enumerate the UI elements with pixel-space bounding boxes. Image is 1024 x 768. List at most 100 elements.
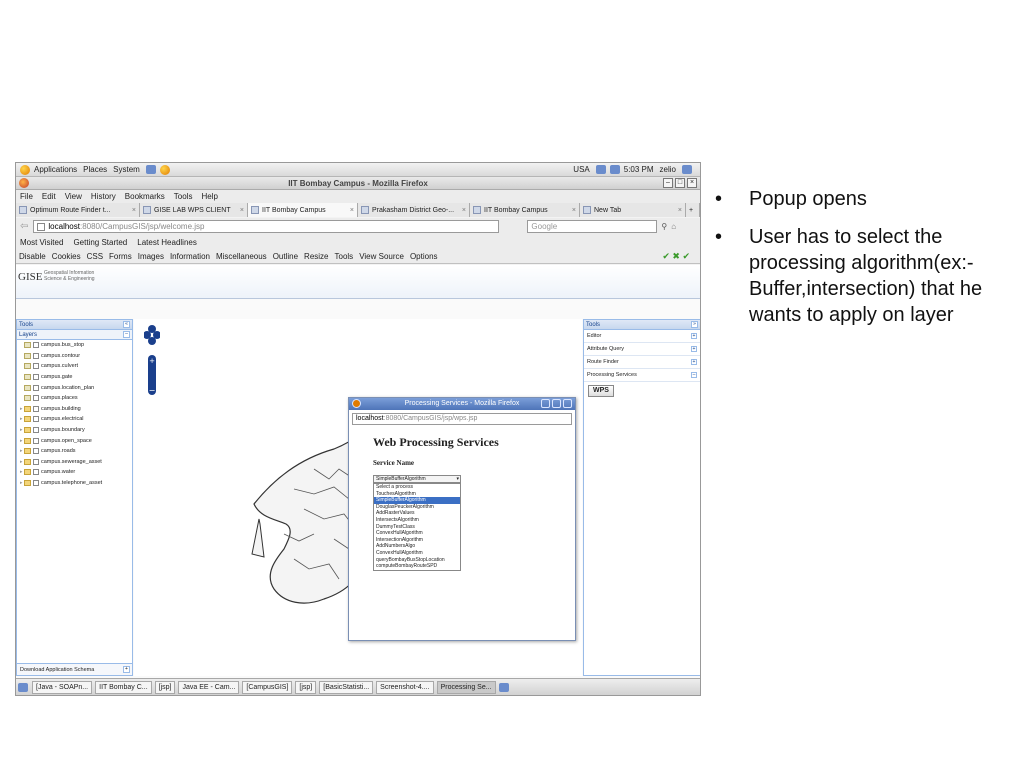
menu-applications[interactable]: Applications — [34, 165, 77, 174]
expand-icon[interactable]: + — [691, 346, 697, 352]
menu-file[interactable]: File — [20, 192, 33, 201]
expand-icon[interactable]: + — [691, 359, 697, 365]
popup-close-button[interactable] — [563, 399, 572, 408]
mail-icon[interactable] — [609, 165, 620, 174]
task-iit-bombay[interactable]: IIT Bombay C... — [95, 680, 152, 694]
search-input[interactable]: Google — [527, 220, 658, 233]
layer-checkbox[interactable] — [33, 437, 39, 444]
popup-url-bar[interactable]: localhost:8080/CampusGIS/jsp/wps.jsp — [352, 413, 572, 425]
status-check-icon[interactable]: ✔ ✖ ✔ — [662, 251, 690, 262]
layer-row[interactable]: campus.culvert — [17, 361, 132, 372]
search-icon[interactable]: ⚲ — [661, 222, 667, 231]
process-option[interactable]: TouchesAlgorithm — [374, 491, 460, 498]
layer-row[interactable]: campus.bus_stop — [17, 340, 132, 351]
layer-checkbox[interactable] — [33, 480, 39, 487]
layer-row[interactable]: ▸ campus.boundary — [17, 425, 132, 436]
close-tab-icon[interactable]: × — [568, 207, 576, 214]
webdev-outline[interactable]: Outline — [273, 252, 298, 261]
process-option[interactable]: DouglasPeuckerAlgorithm — [374, 504, 460, 511]
collapse-right-panel-icon[interactable]: » — [691, 321, 698, 328]
keyboard-layout[interactable]: USA — [573, 165, 589, 174]
shutdown-icon[interactable] — [682, 165, 692, 174]
volume-icon[interactable] — [595, 165, 606, 174]
webdev-images[interactable]: Images — [138, 252, 164, 261]
download-schema[interactable]: Download Application Schema + — [17, 663, 132, 675]
maximize-button[interactable]: □ — [675, 178, 685, 188]
layer-checkbox[interactable] — [33, 363, 39, 370]
process-option[interactable]: Select a process — [374, 484, 460, 491]
layer-checkbox[interactable] — [33, 448, 39, 455]
expand-icon[interactable]: + — [691, 333, 697, 339]
layer-checkbox[interactable] — [33, 458, 39, 465]
gnome-foot-icon[interactable] — [20, 164, 30, 175]
layer-checkbox[interactable] — [33, 416, 39, 423]
layers-section-header[interactable]: Layers – — [17, 330, 132, 340]
user-menu[interactable]: zelio — [660, 165, 676, 174]
process-option[interactable]: AddRasterValues — [374, 510, 460, 517]
tool-route-finder[interactable]: Route Finder + — [584, 356, 700, 369]
popup-minimize-button[interactable] — [541, 399, 550, 408]
tab-new[interactable]: New Tab × — [580, 203, 686, 217]
popup-titlebar[interactable]: Processing Services - Mozilla Firefox — [349, 398, 575, 410]
task-java-ee[interactable]: Java EE - Cam... — [178, 680, 240, 694]
layer-checkbox[interactable] — [33, 342, 39, 349]
layer-row[interactable]: campus.gate — [17, 372, 132, 383]
process-option[interactable]: queryBombayBusStopLocation — [374, 557, 460, 564]
layer-checkbox[interactable] — [33, 405, 39, 412]
wps-button[interactable]: WPS — [588, 385, 614, 397]
menu-places[interactable]: Places — [83, 165, 107, 174]
bookmark-getting-started[interactable]: Getting Started — [73, 238, 127, 247]
layer-row[interactable]: ▸ campus.electrical — [17, 414, 132, 425]
layer-row[interactable]: campus.location_plan — [17, 382, 132, 393]
process-option[interactable]: IntersectsAlgorithm — [374, 517, 460, 524]
process-option[interactable]: AddNumbersAlgo — [374, 543, 460, 550]
close-tab-icon[interactable]: × — [128, 207, 136, 214]
back-arrow-icon[interactable]: ⇦ — [20, 221, 28, 232]
menu-help[interactable]: Help — [201, 192, 217, 201]
workspace-switcher-icon[interactable] — [498, 682, 509, 692]
webdev-information[interactable]: Information — [170, 252, 210, 261]
task-jsp-1[interactable]: [jsp] — [154, 680, 176, 694]
close-tab-icon[interactable]: × — [674, 207, 682, 214]
minimize-button[interactable]: – — [663, 178, 673, 188]
task-screenshot[interactable]: Screenshot-4.... — [376, 680, 434, 694]
expand-schema-icon[interactable]: + — [123, 666, 130, 673]
tab-optimum-route[interactable]: Optimum Route Finder t... × — [16, 203, 140, 217]
menu-system[interactable]: System — [113, 165, 140, 174]
webdev-css[interactable]: CSS — [87, 252, 103, 261]
process-option[interactable]: ConvexHullAlgorithm — [374, 550, 460, 557]
bookmark-most-visited[interactable]: Most Visited — [20, 238, 63, 247]
webdev-view-source[interactable]: View Source — [359, 252, 404, 261]
menu-edit[interactable]: Edit — [42, 192, 56, 201]
collapse-layers-icon[interactable]: – — [123, 331, 130, 338]
layer-checkbox[interactable] — [33, 469, 39, 476]
process-option[interactable]: IntersectionAlgorithm — [374, 537, 460, 544]
process-option[interactable]: DummyTestClass — [374, 524, 460, 531]
launcher-icon[interactable] — [145, 165, 156, 174]
tab-iit-bombay[interactable]: IIT Bombay Campus × — [470, 203, 580, 217]
site-identity-icon[interactable] — [37, 222, 46, 231]
tab-prakasham[interactable]: Prakasham District Geo-... × — [358, 203, 470, 217]
collapse-icon[interactable]: – — [691, 372, 697, 378]
task-java-soap[interactable]: [Java - SOAPn... — [32, 680, 93, 694]
url-bar[interactable]: localhost:8080/CampusGIS/jsp/welcome.jsp — [33, 220, 500, 233]
layer-checkbox[interactable] — [33, 384, 39, 391]
popup-maximize-button[interactable] — [552, 399, 561, 408]
task-processing-services[interactable]: Processing Se... — [436, 680, 496, 694]
collapse-left-panel-icon[interactable]: « — [123, 321, 130, 328]
layer-row[interactable]: ▸ campus.roads — [17, 446, 132, 457]
close-window-button[interactable]: × — [687, 178, 697, 188]
menu-view[interactable]: View — [65, 192, 82, 201]
layer-row[interactable]: campus.contour — [17, 351, 132, 362]
firefox-launcher-icon[interactable] — [159, 164, 170, 175]
window-titlebar[interactable]: IIT Bombay Campus - Mozilla Firefox – □ … — [16, 177, 700, 190]
layer-row[interactable]: ▸ campus.building — [17, 404, 132, 415]
menu-bookmarks[interactable]: Bookmarks — [125, 192, 165, 201]
webdev-cookies[interactable]: Cookies — [52, 252, 81, 261]
webdev-forms[interactable]: Forms — [109, 252, 132, 261]
webdev-options[interactable]: Options — [410, 252, 438, 261]
tab-gise-wps[interactable]: GISE LAB WPS CLIENT × — [140, 203, 248, 217]
layer-row[interactable]: campus.places — [17, 393, 132, 404]
tool-editor[interactable]: Editor + — [584, 330, 700, 343]
layer-checkbox[interactable] — [33, 352, 39, 359]
